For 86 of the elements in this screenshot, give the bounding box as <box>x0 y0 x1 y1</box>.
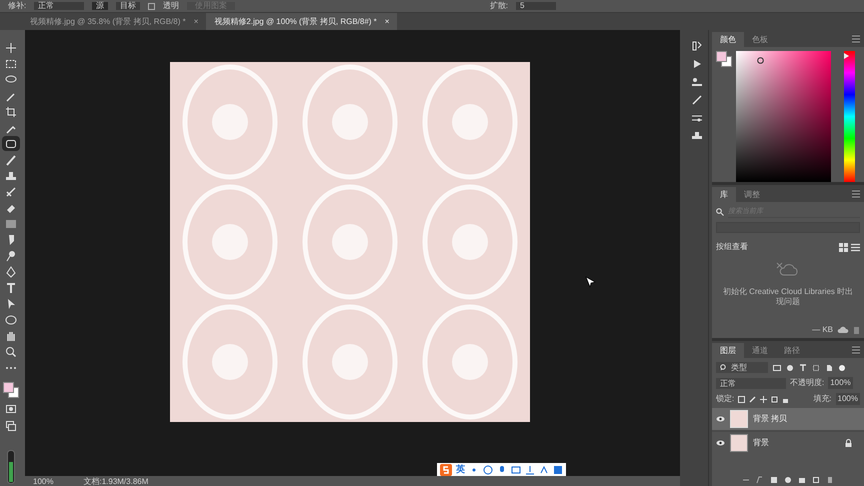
patch-label: 修补: <box>8 2 26 10</box>
tool-icon <box>5 250 17 262</box>
opacity-label: 不透明度: <box>790 377 824 389</box>
layer-name[interactable]: 背景 <box>753 437 769 449</box>
tab-title: 视频精修2.jpg @ 100% (背景 拷贝, RGB/8#) * <box>214 16 377 28</box>
hue-slider-thumb[interactable] <box>844 53 849 60</box>
cursor-icon <box>585 276 597 288</box>
cloud-icon[interactable] <box>837 326 849 334</box>
blend-mode-dropdown[interactable]: 正常 <box>716 378 786 388</box>
visibility-eye-icon[interactable] <box>716 416 725 422</box>
document-tab[interactable]: 视频精修2.jpg @ 100% (背景 拷贝, RGB/8#) * × <box>206 13 398 30</box>
tool-icon <box>5 346 17 358</box>
tool-icon <box>5 218 17 230</box>
panel-menu-icon[interactable] <box>852 190 860 198</box>
panel-tab[interactable]: 路径 <box>776 343 808 358</box>
transparent-label: 透明 <box>163 2 180 10</box>
panel-tab[interactable]: 通道 <box>744 343 776 358</box>
tool-icon <box>5 266 17 278</box>
destination-button[interactable]: 目标 <box>116 2 140 10</box>
layer-thumbnail <box>730 434 748 452</box>
lock-label: 锁定: <box>716 393 734 405</box>
opacity-field[interactable]: 100% <box>828 377 853 389</box>
panel-tool-icon[interactable] <box>690 76 702 88</box>
screen-mode-icon[interactable] <box>5 420 17 432</box>
view-by-group-dropdown[interactable]: 按组查看 <box>716 241 748 253</box>
lock-icon[interactable] <box>845 439 852 447</box>
library-size: — KB <box>812 324 833 336</box>
layer-name[interactable]: 背景 拷贝 <box>753 413 788 425</box>
tool-icon <box>5 298 17 310</box>
diffusion-field[interactable]: 5 <box>516 2 556 10</box>
tool-icon <box>5 154 17 166</box>
layer-filter-label: 类型 <box>731 362 747 374</box>
fill-field[interactable]: 100% <box>836 393 860 405</box>
layer-thumbnail <box>730 410 748 428</box>
ime-tool-icon[interactable] <box>525 464 535 474</box>
grid-view-icon[interactable] <box>839 242 848 252</box>
panel-tab[interactable]: 色板 <box>744 32 776 47</box>
color-swatches-icon[interactable] <box>3 382 19 398</box>
lock-option-icon[interactable] <box>760 396 768 402</box>
tool-icon <box>5 74 17 86</box>
panel-tool-icon[interactable] <box>690 94 702 106</box>
tool-icon <box>5 282 17 294</box>
source-button[interactable]: 源 <box>92 2 108 10</box>
panel-tool-icon[interactable] <box>690 130 702 142</box>
document-size: 文档:1.93M/3.86M <box>83 478 148 486</box>
zoom-level: 100% <box>33 478 54 486</box>
panel-tool-icon[interactable] <box>690 40 702 52</box>
tool-icon <box>5 186 17 198</box>
visibility-eye-icon[interactable] <box>716 440 725 446</box>
tool-button[interactable] <box>2 136 20 151</box>
layer-row[interactable]: 背景 <box>712 432 864 454</box>
tool-icon <box>5 42 17 54</box>
close-button[interactable]: × <box>384 16 390 28</box>
panel-tab[interactable]: 颜色 <box>712 32 744 47</box>
diffusion-label: 扩散: <box>490 2 508 10</box>
search-icon <box>720 364 727 371</box>
tab-title: 视频精修.jpg @ 35.8% (背景 拷贝, RGB/8) * <box>30 16 186 28</box>
ime-mode-button[interactable]: 英 <box>456 462 465 476</box>
layer-row[interactable]: 背景 拷贝 <box>712 408 864 430</box>
tool-icon <box>5 314 17 326</box>
panel-tab[interactable]: 库 <box>712 187 736 202</box>
ime-logo-icon[interactable] <box>440 464 452 476</box>
transparent-checkbox[interactable] <box>148 2 156 10</box>
color-picker-ring-icon[interactable] <box>757 57 764 64</box>
panel-menu-icon[interactable] <box>852 35 860 43</box>
quick-mask-icon[interactable] <box>5 403 17 415</box>
color-swatches-icon[interactable] <box>716 51 732 67</box>
fill-label: 填充: <box>813 393 832 405</box>
panel-tab[interactable]: 调整 <box>736 187 768 202</box>
level-meter-icon <box>7 450 15 484</box>
hue-slider-track[interactable] <box>844 51 855 182</box>
tool-icon <box>5 106 17 118</box>
color-field[interactable] <box>736 51 831 182</box>
tool-icon <box>5 170 17 182</box>
patch-mode-dropdown[interactable]: 正常 <box>34 2 84 10</box>
layer-filter-dropdown[interactable]: 类型 <box>716 362 768 373</box>
layer-filter-icon[interactable] <box>799 364 807 372</box>
list-view-icon[interactable] <box>851 242 860 252</box>
tool-icon <box>5 330 17 342</box>
panel-menu-icon[interactable] <box>852 346 860 354</box>
library-error-message: 初始化 Creative Cloud Libraries 时出现问题 <box>722 287 854 307</box>
search-icon <box>716 208 724 216</box>
tool-icon <box>5 58 17 70</box>
close-button[interactable]: × <box>194 16 198 28</box>
panel-tab[interactable]: 图层 <box>712 343 744 358</box>
tool-icon <box>5 138 17 150</box>
